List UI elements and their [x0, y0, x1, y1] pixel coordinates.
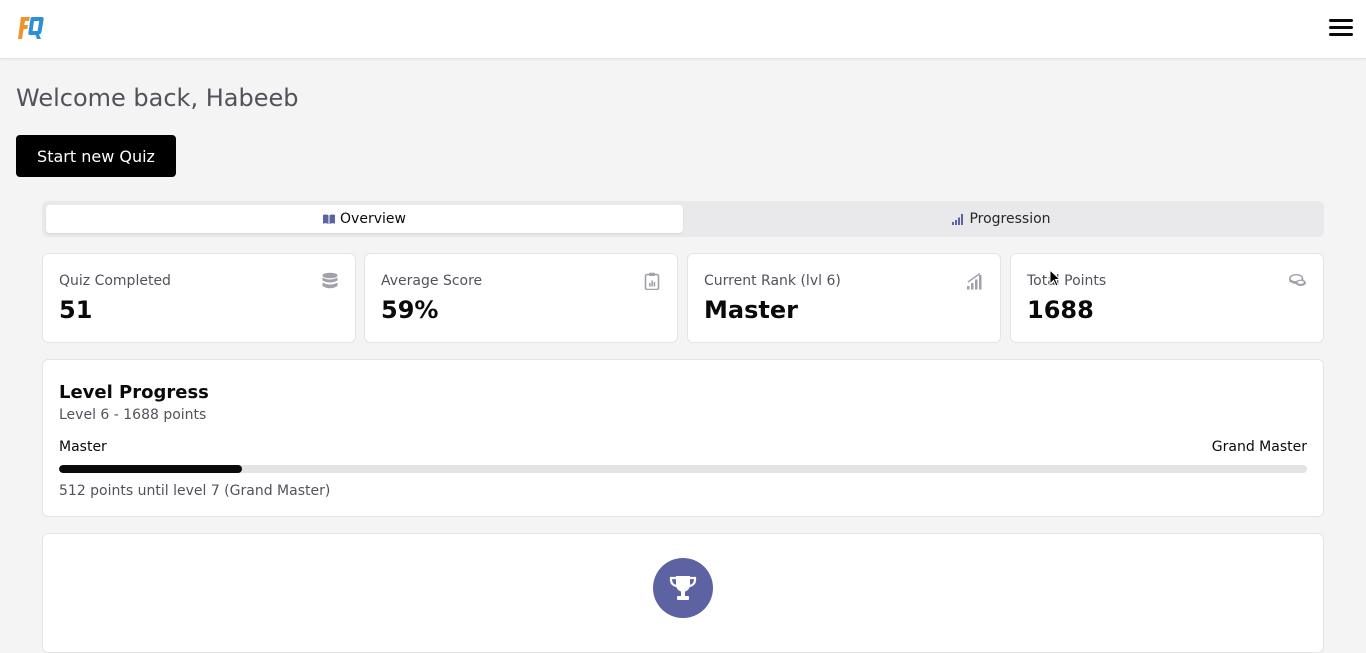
tab-progression[interactable]: Progression — [683, 205, 1320, 233]
stat-value: 59% — [381, 296, 439, 324]
tab-progression-label: Progression — [969, 211, 1051, 227]
stat-value: 1688 — [1027, 296, 1094, 324]
signal-icon — [967, 272, 982, 290]
stat-label: Average Score — [381, 273, 483, 289]
stat-card-quiz-completed: Quiz Completed 51 — [42, 253, 356, 343]
stat-value: 51 — [59, 296, 93, 324]
stat-card-average-score: Average Score 59% — [364, 253, 678, 343]
level-progress-subtitle: Level 6 - 1688 points — [59, 407, 207, 423]
stat-value: Master — [704, 296, 798, 324]
trophy-badge — [653, 558, 713, 618]
clipboard-icon — [644, 272, 660, 290]
database-icon — [322, 272, 338, 289]
points-until-next-level: 512 points until level 7 (Grand Master) — [59, 483, 331, 499]
dashboard-tabs: Overview Progression — [42, 201, 1324, 237]
stat-card-current-rank: Current Rank (lvl 6) Master — [687, 253, 1001, 343]
trophy-icon — [669, 576, 697, 600]
top-navbar — [0, 0, 1366, 59]
tab-overview[interactable]: Overview — [46, 205, 683, 233]
next-rank-label: Grand Master — [1211, 439, 1307, 455]
stat-label: Current Rank (lvl 6) — [704, 273, 841, 289]
hamburger-menu-icon[interactable] — [1328, 17, 1354, 39]
current-rank-label: Master — [59, 439, 107, 455]
start-new-quiz-button[interactable]: Start new Quiz — [16, 135, 176, 177]
coins-icon — [1289, 273, 1307, 286]
level-progress-fill — [59, 465, 243, 473]
achievement-card — [42, 533, 1324, 653]
stat-label: Total Points — [1027, 273, 1107, 289]
stat-card-total-points: Total Points 1688 — [1010, 253, 1324, 343]
level-progress-bar — [59, 465, 1307, 473]
welcome-heading: Welcome back, Habeeb — [16, 84, 299, 112]
bar-chart-icon — [952, 213, 964, 225]
book-open-icon — [323, 214, 336, 224]
level-progress-card: Level Progress Level 6 - 1688 points Mas… — [42, 359, 1324, 517]
stat-label: Quiz Completed — [59, 273, 171, 289]
brand-logo[interactable] — [17, 15, 45, 41]
level-progress-title: Level Progress — [59, 382, 209, 403]
tab-overview-label: Overview — [340, 211, 406, 227]
